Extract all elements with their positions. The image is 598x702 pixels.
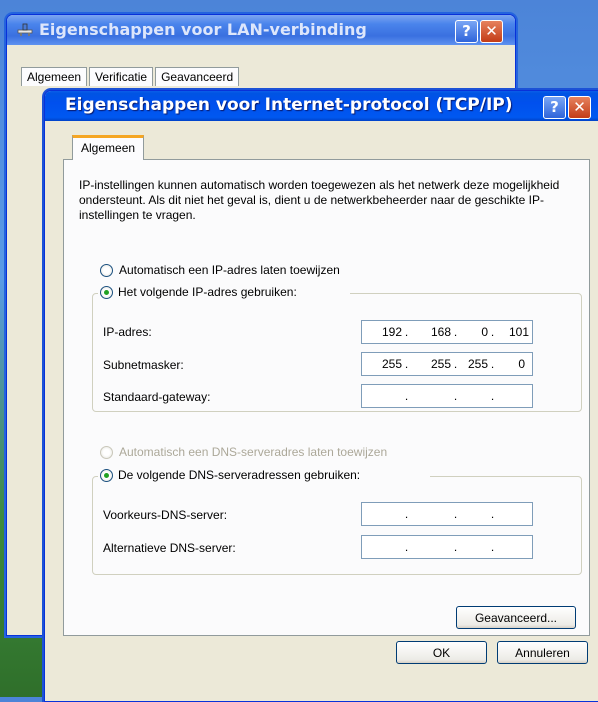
network-connection-icon bbox=[17, 23, 33, 36]
close-button[interactable]: ✕ bbox=[480, 20, 503, 43]
help-button[interactable]: ? bbox=[455, 20, 478, 43]
ip-auto-label[interactable]: Automatisch een IP-adres laten toewijzen bbox=[119, 263, 340, 277]
dns-auto-radio[interactable] bbox=[100, 446, 113, 459]
default-gateway-label: Standaard-gateway: bbox=[103, 390, 211, 404]
tab-algemeen[interactable]: Algemeen bbox=[72, 135, 145, 160]
dns-manual-legend: De volgende DNS-serveradressen gebruiken… bbox=[98, 468, 430, 484]
cancel-button[interactable]: Annuleren bbox=[497, 641, 588, 664]
lan-properties-title: Eigenschappen voor LAN-verbinding bbox=[39, 20, 367, 39]
general-tab-panel: IP-instellingen kunnen automatisch worde… bbox=[63, 159, 590, 636]
ip-manual-label[interactable]: Het volgende IP-adres gebruiken: bbox=[118, 285, 297, 299]
subnet-octet[interactable]: 255 bbox=[411, 357, 451, 371]
ok-button[interactable]: OK bbox=[396, 641, 487, 664]
tab-verificatie[interactable]: Verificatie bbox=[89, 67, 154, 86]
dns-manual-label[interactable]: De volgende DNS-serveradressen gebruiken… bbox=[118, 468, 360, 482]
subnet-octet[interactable]: 0 bbox=[497, 357, 525, 371]
preferred-dns-label: Voorkeurs-DNS-server: bbox=[103, 508, 228, 522]
ip-octet[interactable]: 101 bbox=[497, 325, 529, 339]
close-button[interactable]: ✕ bbox=[568, 96, 591, 119]
dns-auto-label[interactable]: Automatisch een DNS-serveradres laten to… bbox=[119, 445, 387, 459]
dialog-title: Eigenschappen voor Internet-protocol (TC… bbox=[65, 95, 513, 115]
tcpip-properties-dialog: Eigenschappen voor Internet-protocol (TC… bbox=[44, 90, 598, 702]
subnet-mask-input[interactable]: 255. 255. 255. 0 bbox=[361, 352, 533, 376]
ip-octet[interactable]: 192 bbox=[362, 325, 402, 339]
lan-properties-tabs: Algemeen Verificatie Geavanceerd bbox=[21, 67, 241, 89]
lan-properties-titlebar[interactable]: Eigenschappen voor LAN-verbinding ? ✕ bbox=[7, 15, 515, 45]
advanced-button[interactable]: Geavanceerd... bbox=[456, 606, 576, 629]
ip-manual-radio[interactable] bbox=[100, 286, 113, 299]
alternate-dns-input[interactable]: ... bbox=[361, 535, 533, 559]
ip-auto-radio[interactable] bbox=[100, 264, 113, 277]
tcpip-properties-titlebar[interactable]: Eigenschappen voor Internet-protocol (TC… bbox=[45, 91, 598, 121]
preferred-dns-input[interactable]: ... bbox=[361, 502, 533, 526]
intro-text: IP-instellingen kunnen automatisch worde… bbox=[79, 178, 560, 222]
tab-geavanceerd[interactable]: Geavanceerd bbox=[155, 67, 240, 86]
subnet-octet[interactable]: 255 bbox=[362, 357, 402, 371]
ip-address-input[interactable]: 192. 168. 0. 101 bbox=[361, 320, 533, 344]
subnet-octet[interactable]: 255 bbox=[460, 357, 488, 371]
ip-address-label: IP-adres: bbox=[103, 325, 152, 339]
ip-octet[interactable]: 168 bbox=[411, 325, 451, 339]
subnet-mask-label: Subnetmasker: bbox=[103, 358, 184, 372]
help-button[interactable]: ? bbox=[543, 96, 566, 119]
ip-manual-legend: Het volgende IP-adres gebruiken: bbox=[98, 285, 350, 301]
alternate-dns-label: Alternatieve DNS-server: bbox=[103, 541, 236, 555]
tab-algemeen-back[interactable]: Algemeen bbox=[21, 67, 88, 86]
default-gateway-input[interactable]: ... bbox=[361, 384, 533, 408]
dns-manual-radio[interactable] bbox=[100, 469, 113, 482]
ip-octet[interactable]: 0 bbox=[460, 325, 488, 339]
